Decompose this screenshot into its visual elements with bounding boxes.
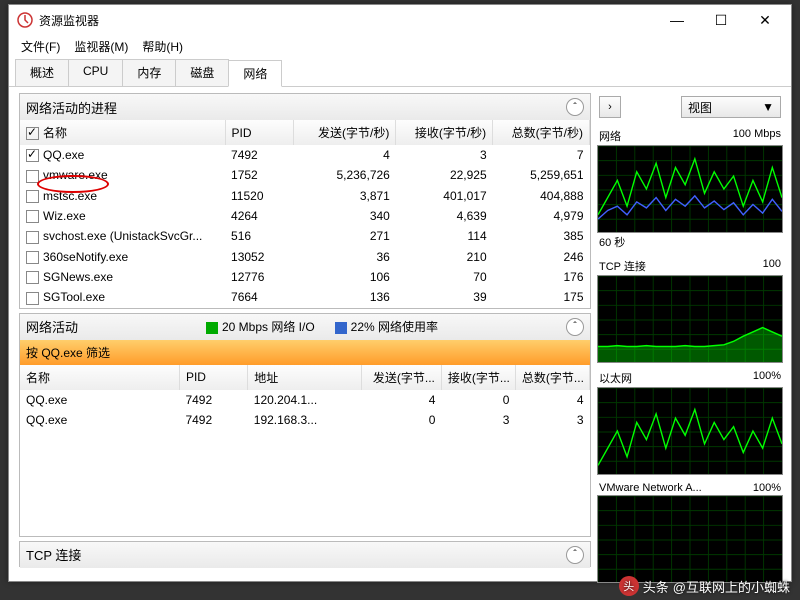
col-name[interactable]: 名称 — [20, 120, 225, 145]
row-checkbox[interactable] — [26, 292, 39, 305]
col-send[interactable]: 发送(字节/秒) — [293, 120, 396, 145]
table-row[interactable]: vmware.exe17525,236,72622,9255,259,651 — [20, 165, 590, 185]
table-row[interactable]: QQ.exe7492120.204.1...404 — [20, 390, 590, 410]
col-total[interactable]: 总数(字节/秒) — [493, 120, 590, 145]
row-checkbox[interactable] — [26, 251, 39, 264]
watermark-avatar: 头 — [619, 576, 639, 596]
table-row[interactable]: QQ.exe7492437 — [20, 145, 590, 165]
row-checkbox[interactable] — [26, 271, 39, 284]
tab-memory[interactable]: 内存 — [122, 59, 176, 86]
minimize-button[interactable]: — — [655, 6, 699, 34]
tab-network[interactable]: 网络 — [228, 60, 282, 87]
watermark: 头 头条 @互联网上的小蜘蛛 — [619, 576, 790, 596]
graph-1: TCP 连接100 — [597, 257, 783, 363]
checkbox-all[interactable] — [26, 127, 39, 140]
tab-disk[interactable]: 磁盘 — [175, 59, 229, 86]
section-title: 网络活动 — [26, 317, 78, 336]
table-row[interactable]: QQ.exe7492192.168.3...033 — [20, 410, 590, 430]
section-title: 网络活动的进程 — [26, 98, 117, 117]
row-checkbox[interactable] — [26, 190, 39, 203]
row-checkbox[interactable] — [26, 231, 39, 244]
chevron-down-icon: ▼ — [762, 100, 774, 114]
io-indicator: 20 Mbps 网络 I/O — [206, 318, 315, 335]
table-row[interactable]: SGTool.exe766413639175 — [20, 287, 590, 307]
col-send[interactable]: 发送(字节... — [362, 365, 442, 390]
tab-cpu[interactable]: CPU — [68, 59, 123, 86]
section-network-activity: 网络活动 20 Mbps 网络 I/O 22% 网络使用率 ˆ 按 QQ.exe… — [19, 313, 591, 537]
col-pid[interactable]: PID — [225, 120, 293, 145]
section-network-processes: 网络活动的进程 ˆ 名称 PID 发送(字节/秒) 接收(字节/秒) 总数(字节… — [19, 93, 591, 309]
graph-3: VMware Network A...100% — [597, 481, 783, 583]
table-row[interactable]: Wiz.exe42643404,6394,979 — [20, 206, 590, 226]
col-total[interactable]: 总数(字节... — [515, 365, 589, 390]
tab-overview[interactable]: 概述 — [15, 59, 69, 86]
collapse-icon[interactable]: ˆ — [566, 98, 584, 116]
col-name[interactable]: 名称 — [20, 365, 179, 390]
graph-2: 以太网100% — [597, 369, 783, 475]
table-row[interactable]: svchost.exe (UnistackSvcGr...51627111438… — [20, 226, 590, 246]
view-menu[interactable]: 视图 ▼ — [681, 96, 781, 118]
table-row[interactable]: SGNews.exe1277610670176 — [20, 267, 590, 287]
col-pid[interactable]: PID — [179, 365, 247, 390]
menu-help[interactable]: 帮助(H) — [136, 36, 189, 57]
col-addr[interactable]: 地址 — [248, 365, 362, 390]
section-tcp: TCP 连接 ˆ — [19, 541, 591, 567]
collapse-icon[interactable]: ˆ — [566, 318, 584, 336]
row-checkbox[interactable] — [26, 149, 39, 162]
close-button[interactable]: ✕ — [743, 6, 787, 34]
row-checkbox[interactable] — [26, 170, 39, 183]
collapse-right-button[interactable]: › — [599, 96, 621, 118]
table-row[interactable]: 360seNotify.exe1305236210246 — [20, 247, 590, 267]
graph-0: 网络100 Mbps60 秒 — [597, 127, 783, 251]
window-title: 资源监视器 — [39, 12, 655, 29]
table-row[interactable]: mstsc.exe115203,871401,017404,888 — [20, 186, 590, 206]
menu-file[interactable]: 文件(F) — [15, 36, 66, 57]
section-title: TCP 连接 — [26, 545, 81, 564]
menubar: 文件(F) 监视器(M) 帮助(H) — [9, 35, 791, 57]
col-recv[interactable]: 接收(字节... — [441, 365, 515, 390]
menu-monitor[interactable]: 监视器(M) — [68, 36, 134, 57]
tab-bar: 概述 CPU 内存 磁盘 网络 — [9, 57, 791, 87]
col-recv[interactable]: 接收(字节/秒) — [396, 120, 493, 145]
collapse-icon[interactable]: ˆ — [566, 546, 584, 564]
maximize-button[interactable]: ☐ — [699, 6, 743, 34]
usage-indicator: 22% 网络使用率 — [335, 318, 438, 335]
app-icon — [17, 12, 33, 28]
row-checkbox[interactable] — [26, 210, 39, 223]
filter-bar: 按 QQ.exe 筛选 — [20, 340, 590, 365]
